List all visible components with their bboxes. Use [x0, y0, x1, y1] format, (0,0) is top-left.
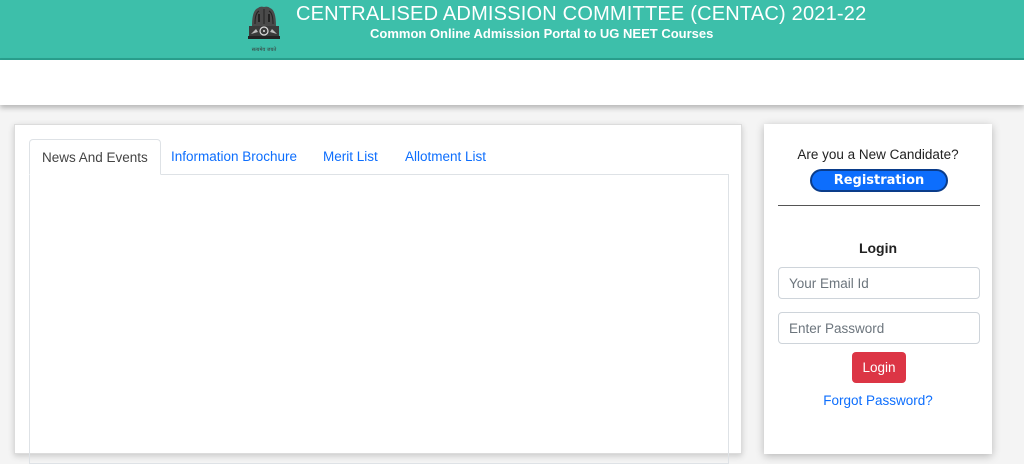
- new-candidate-text: Are you a New Candidate?: [797, 147, 959, 162]
- content-card: News And Events Information Brochure Mer…: [14, 124, 742, 464]
- navbar: [0, 60, 1024, 105]
- site-header: सत्यमेव जयते CENTRALISED ADMISSION COMMI…: [0, 0, 1024, 60]
- tab-news-and-events[interactable]: News And Events: [29, 139, 161, 175]
- tab-allotment-list[interactable]: Allotment List: [405, 139, 486, 174]
- forgot-password-link[interactable]: Forgot Password?: [764, 393, 992, 408]
- email-field[interactable]: [778, 267, 980, 299]
- news-events-panel: [29, 174, 729, 464]
- tab-bar: News And Events Information Brochure Mer…: [29, 139, 729, 175]
- page-subtitle: Common Online Admission Portal to UG NEE…: [370, 26, 714, 41]
- national-emblem-icon: सत्यमेव जयते: [238, 4, 290, 54]
- registration-button[interactable]: Registration: [810, 169, 948, 192]
- login-card: Are you a New Candidate? Registration Lo…: [764, 124, 992, 454]
- page-title: CENTRALISED ADMISSION COMMITTEE (CENTAC)…: [296, 3, 867, 25]
- login-button[interactable]: Login: [852, 352, 906, 383]
- divider: [778, 205, 980, 206]
- login-heading: Login: [858, 240, 898, 256]
- password-field[interactable]: [778, 312, 980, 344]
- emblem-motto: सत्यमेव जयते: [251, 47, 277, 53]
- tab-information-brochure[interactable]: Information Brochure: [171, 139, 297, 174]
- tab-merit-list[interactable]: Merit List: [323, 139, 378, 174]
